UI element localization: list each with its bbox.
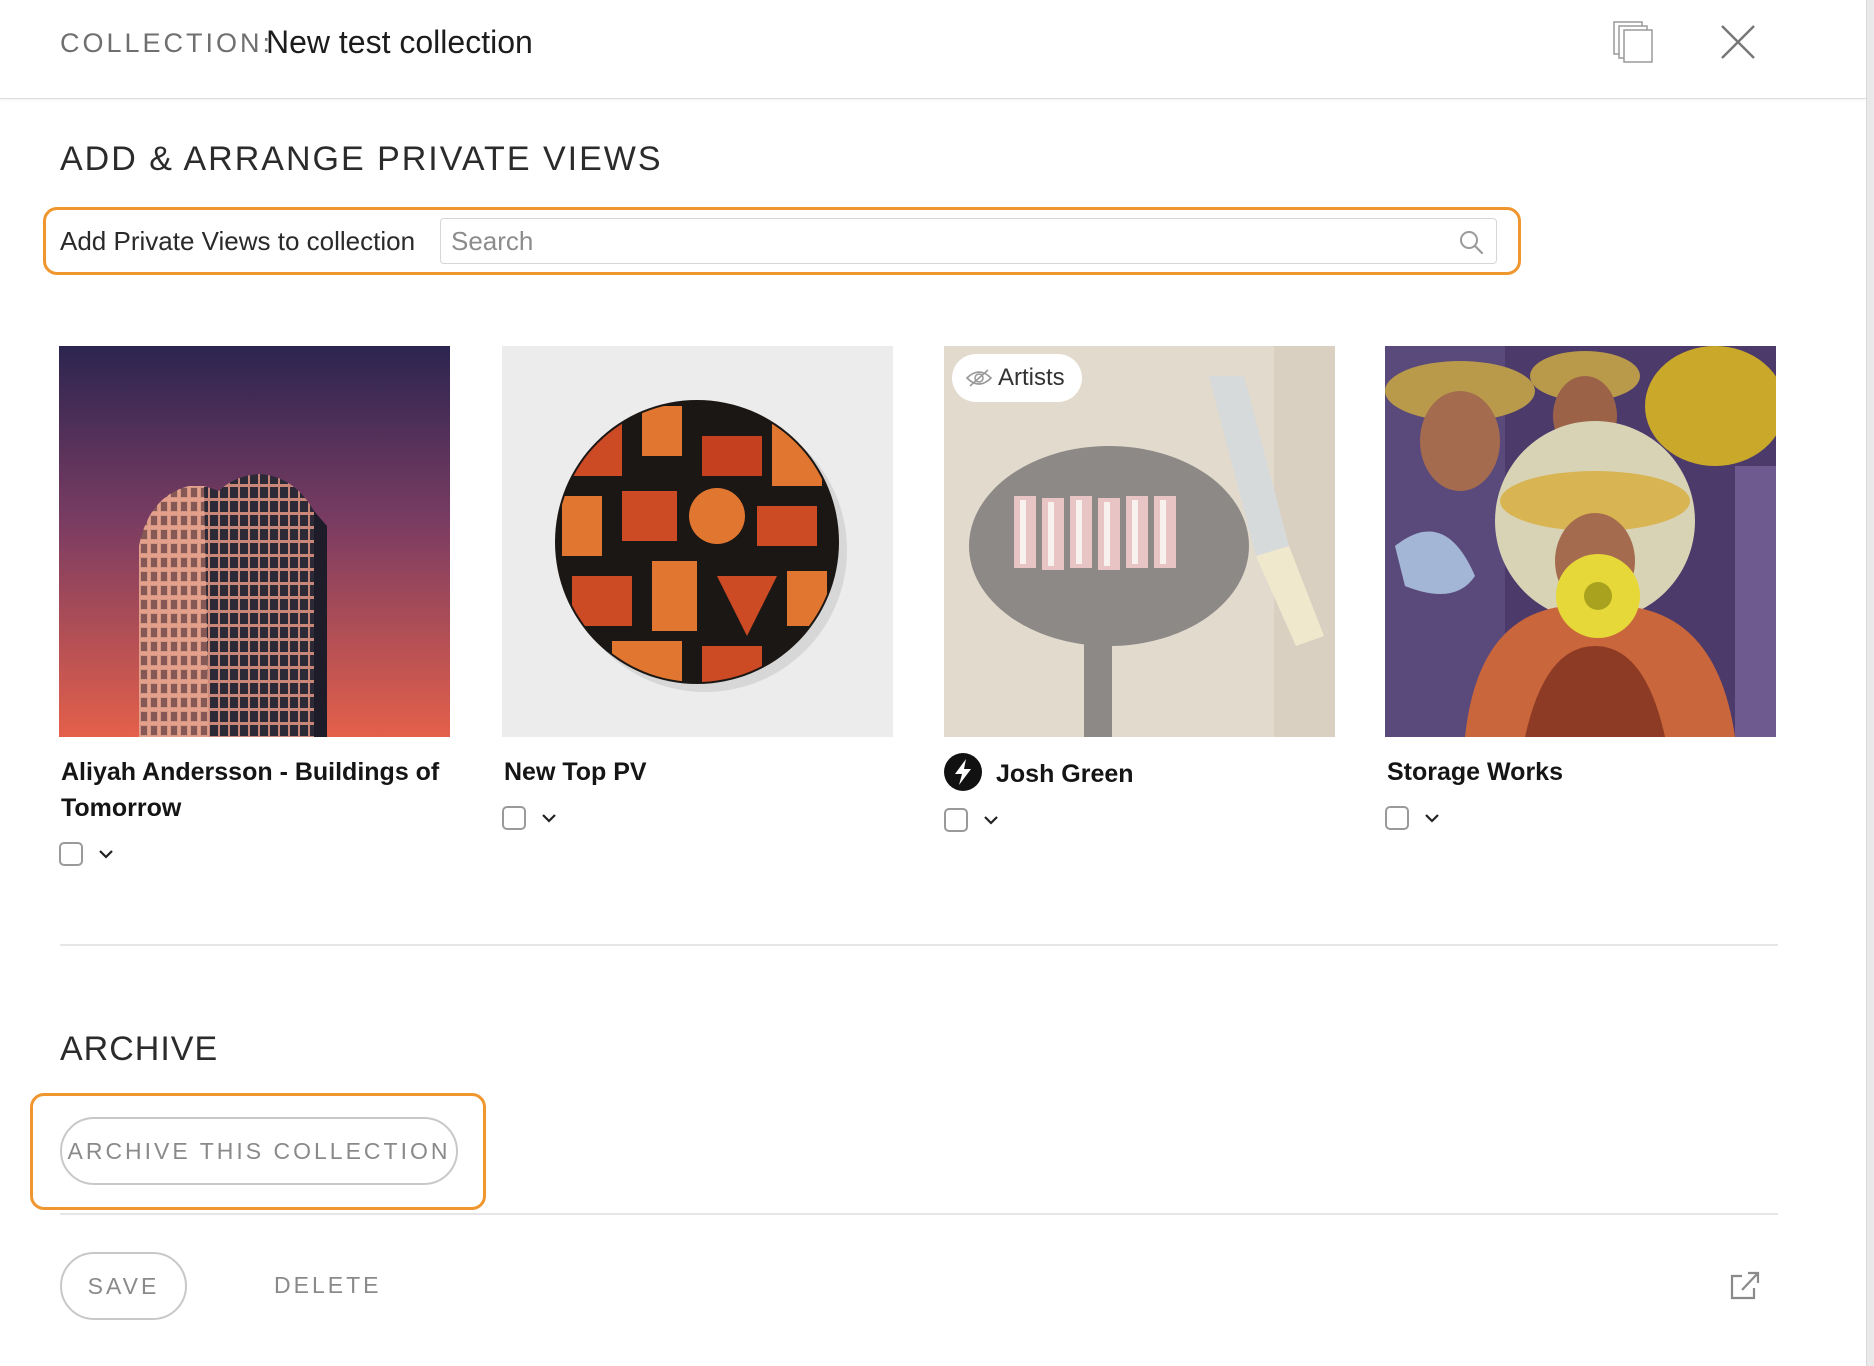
- trumpet-players-painting[interactable]: [1385, 346, 1776, 737]
- search-icon[interactable]: [1458, 229, 1484, 255]
- section-heading-archive: ARCHIVE: [60, 1030, 219, 1068]
- header-bar: COLLECTION: New test collection: [0, 0, 1866, 99]
- search-field[interactable]: [440, 218, 1497, 264]
- section-divider: [60, 944, 1778, 946]
- footer-divider: [60, 1213, 1778, 1215]
- close-icon[interactable]: [1718, 22, 1758, 62]
- card-controls: [59, 842, 139, 870]
- chevron-down-icon[interactable]: [1423, 809, 1441, 827]
- collection-prefix-label: COLLECTION:: [60, 28, 274, 58]
- search-label: Add Private Views to collection: [60, 226, 416, 256]
- lightning-bolt-icon: [944, 753, 982, 791]
- select-checkbox[interactable]: [944, 808, 968, 832]
- badge-label: Artists: [998, 364, 1065, 391]
- section-heading-add-arrange: ADD & ARRANGE PRIVATE VIEWS: [60, 140, 663, 178]
- card-title[interactable]: Aliyah Andersson - Buildings of Tomorrow: [61, 754, 441, 826]
- select-checkbox[interactable]: [502, 806, 526, 830]
- card-title[interactable]: New Top PV: [504, 754, 884, 790]
- visibility-badge: Artists: [952, 354, 1082, 402]
- collection-title: New test collection: [266, 24, 533, 60]
- collection-editor-panel: COLLECTION: New test collection ADD & AR…: [0, 0, 1866, 1366]
- card-controls: [944, 808, 1024, 836]
- save-button[interactable]: SAVE: [60, 1252, 187, 1320]
- archive-collection-button[interactable]: ARCHIVE THIS COLLECTION: [60, 1117, 458, 1185]
- duplicate-icon[interactable]: [1612, 20, 1656, 64]
- card-title[interactable]: Josh Green: [996, 756, 1376, 792]
- external-link-icon[interactable]: [1728, 1270, 1762, 1302]
- card-controls: [1385, 806, 1465, 834]
- eye-hidden-icon: [966, 369, 992, 387]
- window-edge: [1866, 0, 1874, 1366]
- search-input[interactable]: [451, 219, 1441, 263]
- select-checkbox[interactable]: [1385, 806, 1409, 830]
- geometric-round-painting[interactable]: [502, 346, 893, 737]
- card-title[interactable]: Storage Works: [1387, 754, 1767, 790]
- card-controls: [502, 806, 582, 834]
- skyscraper-photo[interactable]: [59, 346, 450, 737]
- chevron-down-icon[interactable]: [97, 845, 115, 863]
- select-checkbox[interactable]: [59, 842, 83, 866]
- delete-button[interactable]: DELETE: [274, 1272, 381, 1299]
- bacon-skillet-photo[interactable]: [944, 346, 1335, 737]
- chevron-down-icon[interactable]: [982, 811, 1000, 829]
- chevron-down-icon[interactable]: [540, 809, 558, 827]
